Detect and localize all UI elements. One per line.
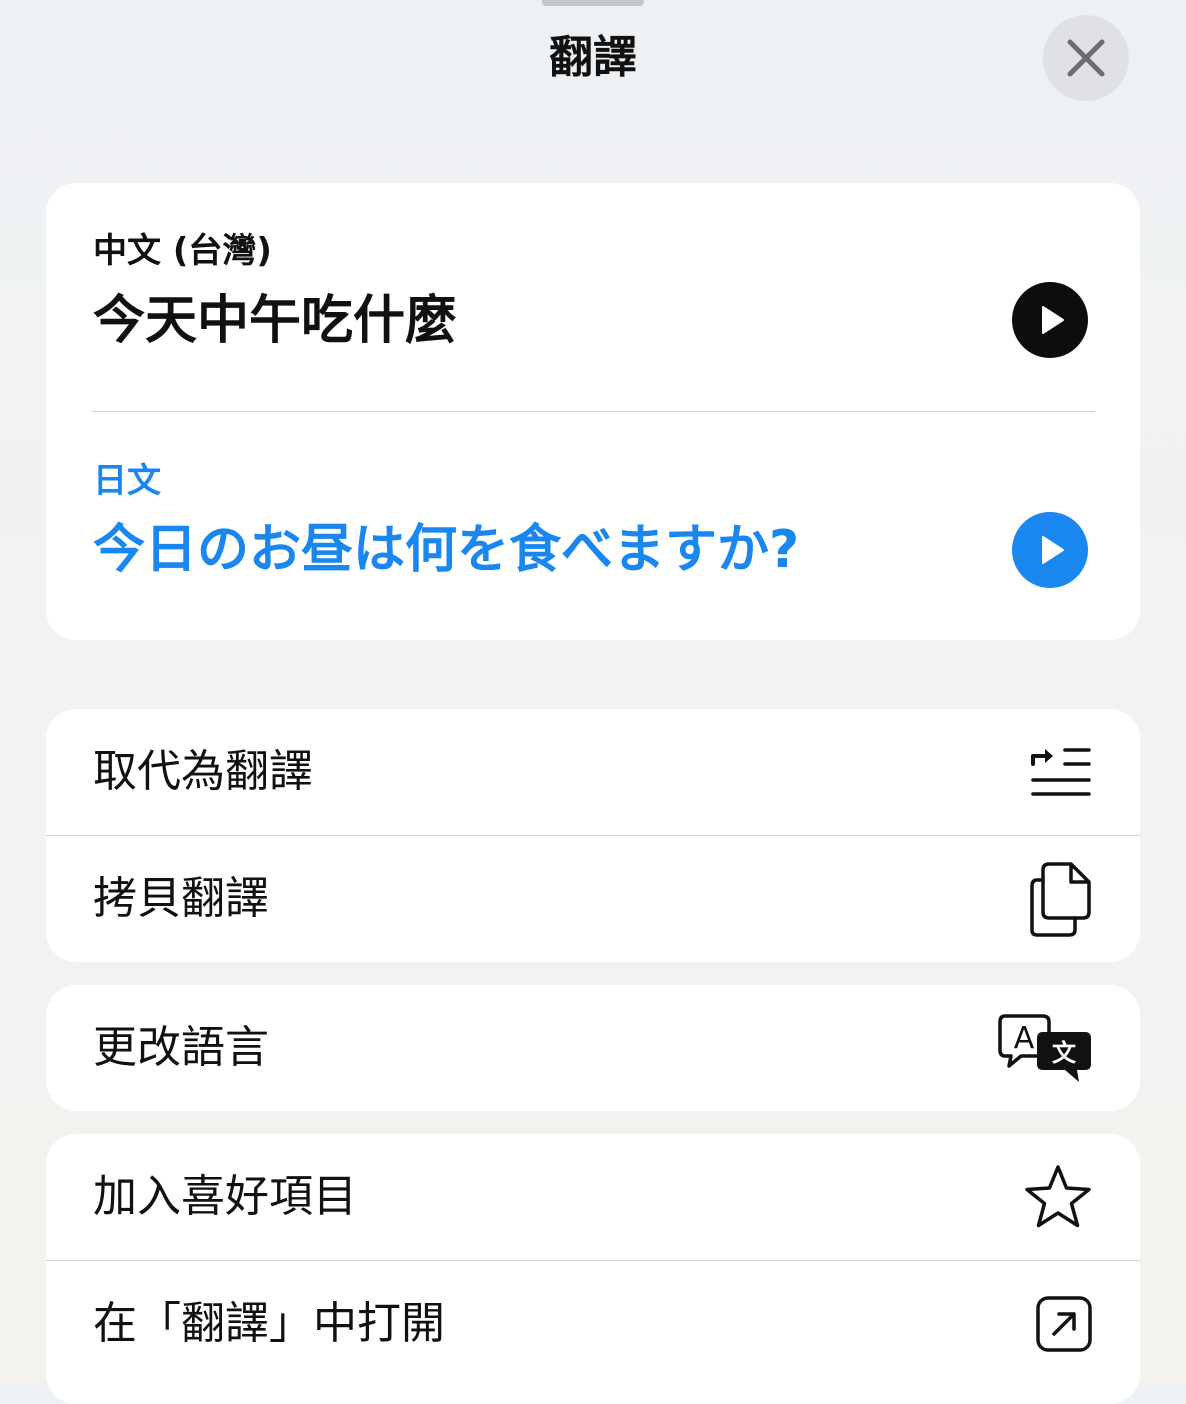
target-language-label: 日文 bbox=[93, 461, 161, 501]
sheet-grabber[interactable] bbox=[542, 0, 644, 6]
star-icon bbox=[1025, 1165, 1091, 1228]
close-icon bbox=[1067, 39, 1105, 77]
row-label: 在「翻譯」中打開 bbox=[93, 1298, 445, 1349]
translation-card: 中文 (台灣) 今天中午吃什麼 日文 今日のお昼は何を食べますか? bbox=[46, 183, 1140, 640]
sheet-title: 翻譯 bbox=[549, 32, 637, 83]
add-to-favorites-button[interactable]: 加入喜好項目 bbox=[46, 1134, 1140, 1260]
open-in-app-icon bbox=[1036, 1296, 1092, 1352]
play-icon bbox=[1042, 536, 1064, 564]
replace-with-translation-button[interactable]: 取代為翻譯 bbox=[46, 709, 1140, 835]
action-group-text: 取代為翻譯 拷貝翻譯 bbox=[46, 709, 1140, 962]
svg-text:文: 文 bbox=[1052, 1039, 1077, 1067]
source-text: 今天中午吃什麼 bbox=[93, 291, 458, 351]
replace-text-icon bbox=[1031, 748, 1091, 796]
row-label: 取代為翻譯 bbox=[93, 746, 313, 797]
open-in-translate-button[interactable]: 在「翻譯」中打開 bbox=[46, 1261, 1140, 1387]
translation-divider bbox=[92, 411, 1095, 412]
target-text: 今日のお昼は何を食べますか? bbox=[93, 520, 800, 580]
play-icon bbox=[1042, 306, 1064, 334]
row-label: 拷貝翻譯 bbox=[93, 873, 269, 924]
row-label: 更改語言 bbox=[93, 1022, 269, 1073]
play-target-button[interactable] bbox=[1012, 512, 1088, 588]
copy-translation-button[interactable]: 拷貝翻譯 bbox=[46, 836, 1140, 962]
copy-icon bbox=[1030, 862, 1091, 937]
translate-bubbles-icon: A 文 bbox=[998, 1014, 1091, 1082]
svg-text:A: A bbox=[1014, 1021, 1035, 1056]
action-group-language: 更改語言 A 文 bbox=[46, 985, 1140, 1111]
source-language-label: 中文 (台灣) bbox=[93, 231, 272, 271]
change-language-button[interactable]: 更改語言 A 文 bbox=[46, 985, 1140, 1111]
play-source-button[interactable] bbox=[1012, 282, 1088, 358]
action-group-more: 加入喜好項目 在「翻譯」中打開 bbox=[46, 1134, 1140, 1404]
row-label: 加入喜好項目 bbox=[93, 1171, 357, 1222]
close-button[interactable] bbox=[1043, 15, 1129, 101]
